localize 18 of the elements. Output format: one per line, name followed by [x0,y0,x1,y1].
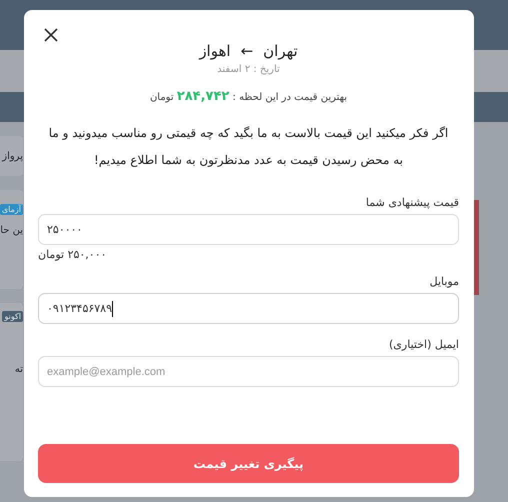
page-text: ین حا [0,225,23,236]
best-price-text: بهترین قیمت در این لحظه : ۲۸۴,۷۴۲ تومان [148,89,348,104]
origin-city: تهران [263,42,298,60]
message-text: اگر فکر میکنید این قیمت بالاست به ما بگید که چه قیمتی رو مناسب میدونید و ما به محض رسیدن قیمت به عدد مدنظرتون به شما اطلاع میدیم! [48,125,450,169]
tag-badge: آزمای [0,204,23,215]
arrow-icon: ← [240,42,254,60]
field-label: قیمت پیشنهادی شما [366,196,459,209]
close-icon[interactable] [44,28,58,42]
tag-badge: اکونو [2,311,23,322]
field-label: ایمیل (اختیاری) [389,338,459,351]
page-text: ته [14,364,23,375]
flight-date: تاریخ : ۲ اسفند [216,64,281,75]
price-hint: ۲۵۰,۰۰۰ تومان [38,248,107,261]
field-label: موبایل [430,275,459,288]
input-field[interactable]: ۲۵۰۰۰۰ [38,214,459,245]
page-text: پرواز [2,150,23,162]
destination-city: اهواز [199,42,231,60]
input-field[interactable]: ۰۹۱۲۳۴۵۶۷۸۹ [38,293,459,324]
